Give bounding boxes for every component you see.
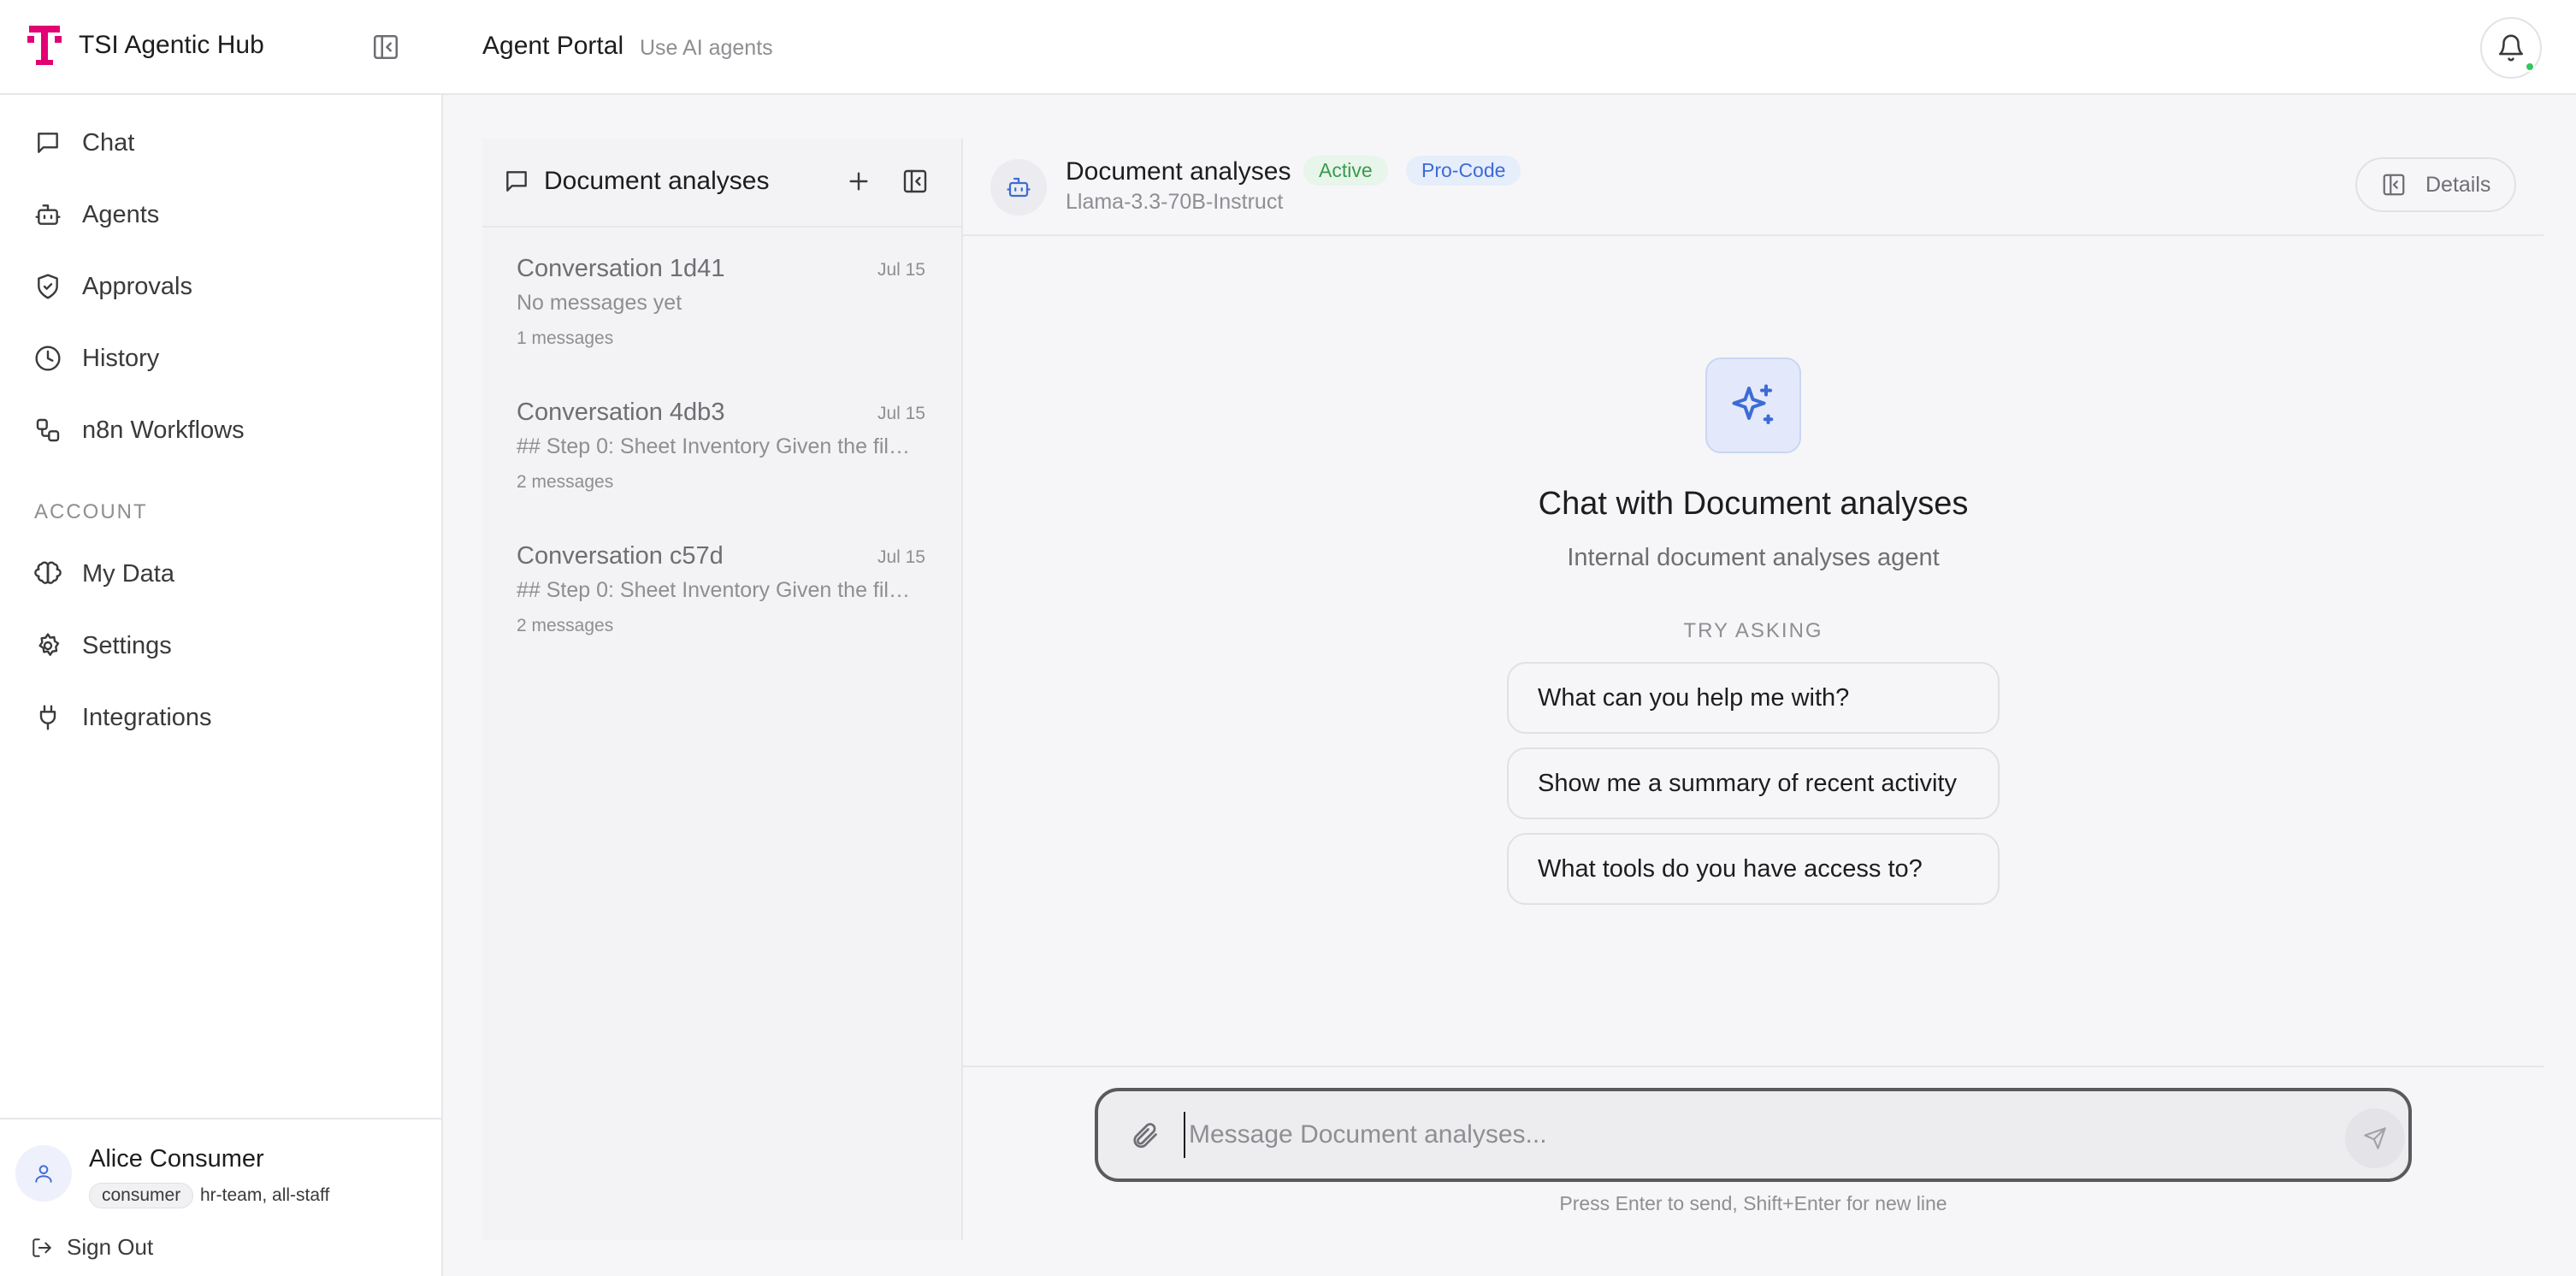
- telekom-logo-icon: [27, 26, 62, 65]
- user-groups: hr-team, all-staff: [200, 1185, 330, 1205]
- log-out-icon: [32, 1238, 51, 1257]
- user-profile: Alice Consumer consumer hr-team, all-sta…: [0, 1118, 443, 1276]
- sidebar-item-label: n8n Workflows: [82, 416, 245, 444]
- details-button[interactable]: Details: [2355, 157, 2516, 212]
- sidebar-item-agents[interactable]: Agents: [15, 187, 426, 242]
- gear-icon: [38, 633, 60, 656]
- chat-bubble-icon: [506, 171, 527, 192]
- composer-hint: Press Enter to send, Shift+Enter for new…: [1559, 1192, 1947, 1214]
- conversation-panel: Document analyses Conversation 1d41 Jul …: [482, 139, 961, 1240]
- attach-button[interactable]: [1129, 1120, 1160, 1151]
- conversation-name: Conversation 1d41: [517, 255, 725, 282]
- details-label: Details: [2425, 172, 2491, 197]
- bell-icon: [2498, 34, 2524, 62]
- sparkles-icon: [1732, 384, 1774, 424]
- panel-left-icon: [373, 34, 399, 60]
- conversation-item[interactable]: Conversation c57d Jul 15 ## Step 0: Shee…: [482, 525, 961, 665]
- sparkle-badge: [1705, 357, 1801, 453]
- chat-area: Document analyses Active Pro-Code Llama-…: [961, 139, 2544, 1240]
- sidebar-item-label: Settings: [82, 631, 172, 659]
- clock-icon: [35, 346, 61, 371]
- conversation-item[interactable]: Conversation 1d41 Jul 15 No messages yet…: [482, 238, 961, 378]
- notification-status-dot: [2525, 62, 2535, 72]
- sidebar-item-label: History: [82, 344, 160, 372]
- conversation-name: Conversation 4db3: [517, 399, 725, 426]
- welcome-title: Chat with Document analyses: [1538, 486, 1969, 522]
- top-bar: TSI Agentic Hub Agent Portal Use AI agen…: [0, 0, 2576, 95]
- conversation-preview: ## Step 0: Sheet Inventory Given the fil…: [517, 434, 919, 458]
- sidebar-item-n8n-workflows[interactable]: n8n Workflows: [15, 403, 426, 458]
- message-composer: [1095, 1088, 2412, 1182]
- welcome-subtitle: Internal document analyses agent: [1567, 544, 1940, 571]
- role-badge: consumer: [89, 1183, 194, 1208]
- send-icon: [2364, 1127, 2386, 1149]
- conversation-date: Jul 15: [877, 260, 925, 280]
- type-badge: Pro-Code: [1406, 156, 1521, 186]
- panel-left-icon: [903, 169, 927, 193]
- sidebar-collapse-button[interactable]: [371, 32, 400, 62]
- sign-out-label: Sign Out: [67, 1234, 154, 1260]
- plug-icon: [39, 705, 56, 730]
- conversation-message-count: 2 messages: [517, 472, 614, 492]
- sidebar-item-label: Approvals: [82, 272, 192, 300]
- chat-bubble-icon: [38, 133, 58, 153]
- conversation-preview: ## Step 0: Sheet Inventory Given the fil…: [517, 578, 919, 602]
- new-conversation-button[interactable]: [845, 168, 872, 195]
- conversation-panel-title: Document analyses: [544, 167, 770, 195]
- conversation-item[interactable]: Conversation 4db3 Jul 15 ## Step 0: Shee…: [482, 381, 961, 522]
- conversation-date: Jul 15: [877, 404, 925, 423]
- chat-header: Document analyses Active Pro-Code Llama-…: [963, 139, 2544, 236]
- agent-name: Document analyses: [1066, 157, 1291, 186]
- workflow-icon: [36, 418, 60, 442]
- page-title: Agent Portal: [482, 32, 624, 60]
- conversation-panel-header: Document analyses: [482, 139, 961, 227]
- sidebar: Chat Agents Approvals History n8n Workfl…: [0, 95, 443, 1276]
- brand[interactable]: TSI Agentic Hub: [26, 22, 264, 68]
- sidebar-item-my-data[interactable]: My Data: [15, 546, 426, 601]
- plus-icon: [849, 172, 868, 191]
- collapse-conversations-button[interactable]: [901, 168, 929, 195]
- conversation-message-count: 2 messages: [517, 616, 614, 635]
- panel-right-icon: [2383, 174, 2405, 196]
- avatar[interactable]: [15, 1145, 72, 1202]
- agent-avatar: [990, 159, 1047, 216]
- suggestion-chip[interactable]: What tools do you have access to?: [1507, 833, 2000, 905]
- conversation-name: Conversation c57d: [517, 542, 724, 570]
- suggestion-chip[interactable]: Show me a summary of recent activity: [1507, 747, 2000, 819]
- sign-out-button[interactable]: Sign Out: [31, 1234, 153, 1261]
- sidebar-item-label: Integrations: [82, 703, 212, 731]
- paperclip-icon: [1133, 1123, 1157, 1149]
- agent-model: Llama-3.3-70B-Instruct: [1066, 190, 1284, 214]
- sidebar-item-approvals[interactable]: Approvals: [15, 259, 426, 314]
- sidebar-item-integrations[interactable]: Integrations: [15, 690, 426, 745]
- sidebar-item-history[interactable]: History: [15, 331, 426, 386]
- robot-icon: [1007, 177, 1031, 198]
- user-icon: [35, 1165, 52, 1183]
- brand-name: TSI Agentic Hub: [79, 31, 264, 59]
- conversation-message-count: 1 messages: [517, 328, 614, 348]
- send-button[interactable]: [2345, 1108, 2405, 1168]
- composer-divider: [963, 1066, 2544, 1067]
- sidebar-item-label: Chat: [82, 128, 135, 157]
- sidebar-item-label: My Data: [82, 559, 174, 588]
- account-section-label: ACCOUNT: [34, 500, 148, 523]
- sidebar-item-settings[interactable]: Settings: [15, 618, 426, 673]
- sidebar-item-label: Agents: [82, 200, 160, 228]
- conversation-preview: No messages yet: [517, 291, 682, 315]
- message-input[interactable]: [1184, 1112, 2295, 1158]
- sidebar-item-chat[interactable]: Chat: [15, 115, 426, 170]
- robot-icon: [35, 204, 61, 225]
- page-subtitle: Use AI agents: [640, 36, 773, 60]
- brain-icon: [34, 561, 62, 584]
- try-asking-label: TRY ASKING: [1683, 619, 1823, 642]
- user-name: Alice Consumer: [89, 1145, 264, 1173]
- suggestion-chip[interactable]: What can you help me with?: [1507, 662, 2000, 734]
- conversation-date: Jul 15: [877, 547, 925, 567]
- notifications-button[interactable]: [2480, 17, 2542, 79]
- status-badge: Active: [1303, 156, 1388, 186]
- shield-check-icon: [38, 274, 58, 299]
